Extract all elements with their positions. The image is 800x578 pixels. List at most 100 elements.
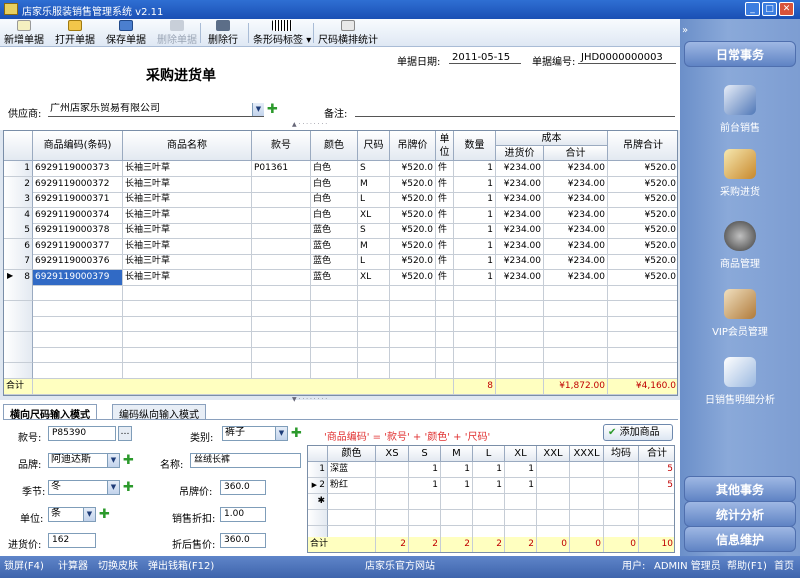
col-cost-price[interactable]: 进货价 bbox=[496, 146, 544, 161]
cell-size-qty[interactable] bbox=[537, 494, 570, 510]
cell-color[interactable] bbox=[311, 347, 358, 363]
row-number[interactable] bbox=[4, 347, 33, 363]
cell-size[interactable]: XL bbox=[358, 207, 390, 224]
cell-unit[interactable]: 件 bbox=[436, 269, 454, 286]
cell-size-qty[interactable] bbox=[604, 494, 639, 510]
cell-unit[interactable] bbox=[436, 331, 454, 348]
row-number[interactable] bbox=[4, 362, 33, 379]
add-product-button[interactable]: ✔ 添加商品 bbox=[603, 424, 673, 441]
cell-code[interactable] bbox=[33, 362, 123, 379]
collapse-sidebar-icon[interactable]: » bbox=[682, 25, 688, 36]
cashbox-link[interactable]: 弹出钱箱(F12) bbox=[148, 556, 214, 578]
cell-code[interactable] bbox=[33, 285, 123, 301]
cell-empty[interactable] bbox=[639, 510, 674, 526]
cell-ct[interactable] bbox=[544, 331, 608, 348]
row-number[interactable]: 2 bbox=[4, 176, 33, 193]
cell-size-qty[interactable] bbox=[376, 462, 409, 478]
cell-name[interactable]: 长袖三叶草 bbox=[123, 207, 252, 224]
cell-code[interactable]: 6929119000373 bbox=[33, 161, 123, 177]
cell-style[interactable] bbox=[252, 362, 311, 379]
cell-price[interactable]: ¥520.0 bbox=[390, 269, 436, 286]
cell-price[interactable] bbox=[390, 362, 436, 379]
cell-unit[interactable] bbox=[436, 285, 454, 301]
cell-tt[interactable] bbox=[608, 347, 677, 363]
row-number[interactable]: 4 bbox=[4, 207, 33, 224]
style-input[interactable]: P85390 bbox=[48, 426, 116, 441]
unit-select[interactable]: 条 ▼ bbox=[48, 507, 96, 522]
cell-tt[interactable] bbox=[608, 316, 677, 332]
cell-tt[interactable] bbox=[608, 332, 677, 348]
sidebar-section-info[interactable]: 信息维护 bbox=[684, 526, 796, 552]
remark-field[interactable] bbox=[355, 103, 675, 117]
cell-tt[interactable]: ¥520.0 bbox=[608, 177, 677, 193]
tag-price-input[interactable]: 360.0 bbox=[220, 480, 266, 495]
tab-vertical-code[interactable]: 编码纵向输入模式 bbox=[112, 404, 206, 421]
cell-style[interactable] bbox=[252, 223, 311, 239]
cell-unit[interactable] bbox=[436, 300, 454, 317]
cell-tt[interactable] bbox=[608, 301, 677, 317]
cell-qty[interactable]: 1 bbox=[454, 207, 496, 224]
official-site-link[interactable]: 店家乐官方网站 bbox=[365, 556, 435, 578]
category-select[interactable]: 裤子 ▼ bbox=[222, 426, 288, 441]
cell-size[interactable] bbox=[358, 285, 390, 301]
cell-cp[interactable]: ¥234.00 bbox=[496, 238, 544, 255]
cell-unit[interactable] bbox=[436, 347, 454, 363]
cell-style[interactable] bbox=[252, 347, 311, 363]
chevron-down-icon[interactable]: ▼ bbox=[275, 427, 287, 440]
cell-name[interactable] bbox=[123, 285, 252, 301]
cell-empty[interactable] bbox=[409, 510, 441, 526]
cell-price[interactable] bbox=[390, 285, 436, 301]
cell-price[interactable]: ¥520.0 bbox=[390, 238, 436, 255]
after-price-input[interactable]: 360.0 bbox=[220, 533, 266, 548]
cell-price[interactable] bbox=[390, 300, 436, 317]
cell-size-qty[interactable] bbox=[505, 494, 537, 510]
cell-color[interactable]: 深蓝 bbox=[328, 462, 376, 478]
cell-size-qty[interactable]: 1 bbox=[441, 478, 473, 494]
cell-empty[interactable] bbox=[505, 510, 537, 526]
size-stats-button[interactable]: 尺码横排统计 bbox=[318, 20, 378, 46]
row-number[interactable]: 7 bbox=[4, 254, 33, 270]
new-doc-button[interactable]: 新增单据 bbox=[4, 20, 44, 46]
cell-ct[interactable] bbox=[544, 285, 608, 301]
cell-color[interactable]: 蓝色 bbox=[311, 223, 358, 239]
size-col-header[interactable]: 均码 bbox=[604, 446, 639, 462]
splitter-handle[interactable]: ▼ · · · · · · · · bbox=[292, 396, 327, 403]
cell-ct[interactable] bbox=[544, 316, 608, 332]
delete-doc-button[interactable]: 删除单据 bbox=[157, 20, 197, 46]
size-col-header[interactable]: XXL bbox=[537, 446, 570, 462]
tab-horizontal-size[interactable]: 横向尺码输入模式 bbox=[3, 404, 97, 421]
cell-color[interactable]: 蓝色 bbox=[311, 238, 358, 255]
sidebar-section-stats[interactable]: 统计分析 bbox=[684, 501, 796, 527]
cell-size-qty[interactable]: 1 bbox=[473, 478, 505, 494]
cell-cp[interactable] bbox=[496, 362, 544, 379]
cell-tt[interactable] bbox=[608, 363, 677, 379]
home-link[interactable]: 首页 bbox=[774, 556, 794, 578]
supplier-select[interactable]: 广州店家乐贸易有限公司 ▼ bbox=[48, 103, 264, 117]
cell-code[interactable] bbox=[33, 316, 123, 332]
cell-size[interactable] bbox=[358, 316, 390, 332]
cell-tt[interactable]: ¥520.0 bbox=[608, 161, 677, 177]
cell-style[interactable] bbox=[252, 238, 311, 255]
sidebar-item-vip[interactable]: VIP会员管理 bbox=[680, 289, 800, 338]
cell-unit[interactable]: 件 bbox=[436, 238, 454, 255]
cell-color[interactable]: 蓝色 bbox=[311, 269, 358, 286]
cell-style[interactable] bbox=[252, 331, 311, 348]
cell-qty[interactable]: 1 bbox=[454, 192, 496, 208]
cell-code[interactable] bbox=[33, 347, 123, 363]
cell-size-qty[interactable] bbox=[537, 462, 570, 478]
cell-color[interactable] bbox=[311, 316, 358, 332]
cell-size-qty[interactable] bbox=[409, 494, 441, 510]
splitter-handle[interactable]: ▲ · · · · · · · · bbox=[292, 121, 327, 128]
col-style[interactable]: 款号 bbox=[252, 131, 311, 161]
cell-price[interactable]: ¥520.0 bbox=[390, 223, 436, 239]
cell-price[interactable] bbox=[390, 331, 436, 348]
help-link[interactable]: 帮助(F1) bbox=[727, 556, 767, 578]
cell-cp[interactable]: ¥234.00 bbox=[496, 207, 544, 224]
size-col-header[interactable]: S bbox=[409, 446, 441, 462]
cell-unit[interactable]: 件 bbox=[436, 192, 454, 208]
col-qty[interactable]: 数量 bbox=[454, 131, 496, 161]
size-col-header[interactable]: 颜色 bbox=[328, 446, 376, 462]
cell-empty[interactable] bbox=[376, 510, 409, 526]
size-col-header[interactable]: M bbox=[441, 446, 473, 462]
maximize-button[interactable]: □ bbox=[762, 2, 777, 16]
